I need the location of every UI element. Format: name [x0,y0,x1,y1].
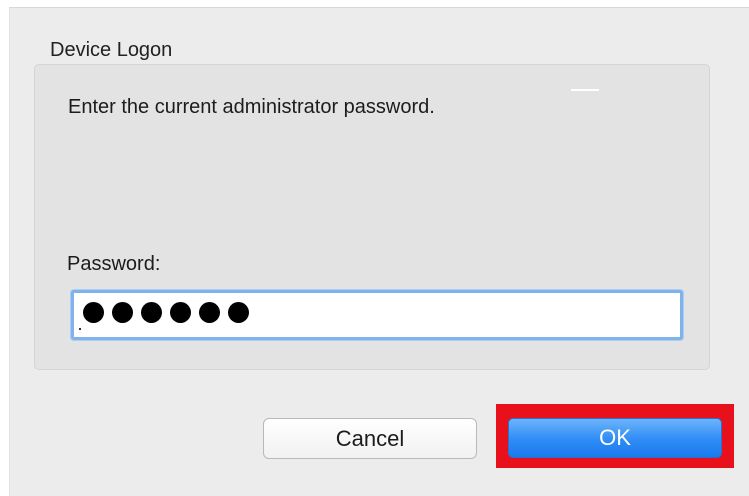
password-label: Password: [67,253,161,275]
text-caret [79,328,81,330]
cancel-button[interactable]: Cancel [263,418,477,459]
separator-mark [571,89,599,91]
password-dot [228,302,249,323]
password-dot [83,302,104,323]
password-dot [112,302,133,323]
password-dot [199,302,220,323]
instruction-message: Enter the current administrator password… [68,96,435,118]
password-dot [141,302,162,323]
password-input[interactable] [71,290,683,340]
password-dot [170,302,191,323]
ok-button[interactable]: OK [508,418,722,458]
group-title: Device Logon [50,39,173,61]
password-mask [83,302,249,323]
